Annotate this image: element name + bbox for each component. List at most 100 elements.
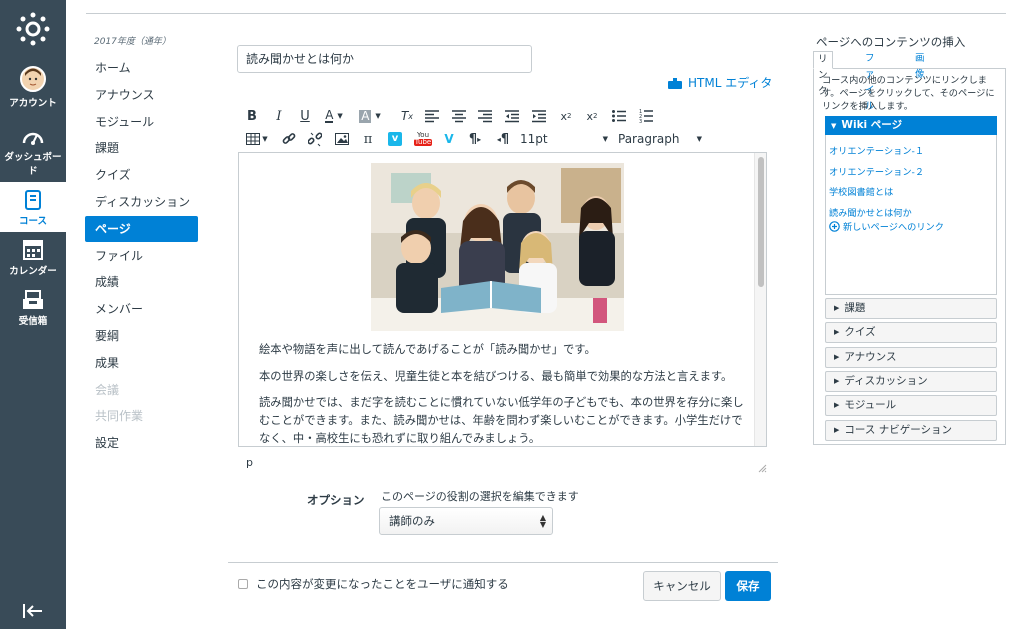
media-v-icon[interactable]: V — [441, 128, 457, 150]
tab-images[interactable]: 画像 — [911, 51, 929, 80]
caret-right-icon: ▶ — [834, 304, 840, 312]
tab-links[interactable]: リンク — [813, 51, 833, 97]
nav-inbox-label: 受信箱 — [18, 316, 48, 327]
sidebar-section-label: アナウンス — [844, 350, 897, 363]
background-color-icon[interactable]: A ▼ — [358, 105, 382, 127]
youtube-icon[interactable]: You Tube — [413, 128, 433, 150]
course-nav-announcements[interactable]: アナウンス — [85, 82, 198, 108]
new-page-label: 新しいページへのリンク — [843, 222, 944, 233]
caret-right-icon: ▶ — [834, 352, 840, 361]
sidebar-section-announcements[interactable]: ▶ アナウンス — [825, 346, 997, 368]
bold-icon[interactable]: B — [244, 105, 260, 127]
resize-grip-icon[interactable] — [758, 464, 767, 473]
ltr-icon[interactable]: ¶ ▸ — [466, 128, 484, 150]
html-editor-link[interactable]: HTML エディタ — [668, 74, 772, 91]
term-label: 2017年度（通年） — [94, 37, 171, 47]
text-color-icon[interactable]: A ▼ — [322, 105, 346, 127]
notify-users-option[interactable]: この内容が変更になったことをユーザに通知する — [238, 576, 509, 592]
course-nav-discussions[interactable]: ディスカッション — [85, 189, 198, 215]
course-nav-outcomes[interactable]: 成果 — [85, 350, 198, 376]
unlink-icon[interactable] — [308, 132, 322, 154]
wiki-page-link[interactable]: 学校図書館とは — [829, 184, 893, 198]
tab-files[interactable]: ファイル — [861, 51, 879, 112]
page-title-input[interactable]: 読み聞かせとは何か — [237, 45, 532, 73]
courses-icon — [25, 190, 41, 210]
nav-dashboard[interactable]: ダッシュボード — [0, 128, 66, 178]
underline-icon[interactable]: U — [297, 105, 313, 127]
link-icon[interactable] — [282, 132, 296, 154]
rtl-icon[interactable]: ◂ ¶ — [494, 128, 512, 150]
italic-icon[interactable]: I — [271, 105, 287, 127]
block-format-value: Paragraph — [618, 132, 680, 146]
rich-content-editor[interactable]: 絵本や物語を声に出して読んであげることが「読み聞かせ」です。 本の世界の楽しさを… — [238, 152, 767, 447]
course-nav-quizzes[interactable]: クイズ — [85, 162, 198, 188]
course-nav-assignments[interactable]: 課題 — [85, 135, 198, 161]
course-nav-pages[interactable]: ページ — [85, 215, 198, 242]
caret-right-icon: ▶ — [834, 401, 840, 410]
scrollbar-thumb[interactable] — [758, 157, 764, 287]
subscript-icon[interactable]: x2 — [584, 105, 600, 127]
sidebar-section-quizzes[interactable]: ▶ クイズ — [825, 322, 997, 344]
nav-account[interactable]: アカウント — [0, 66, 66, 112]
editing-roles-value: 講師のみ — [389, 514, 435, 528]
superscript-icon[interactable]: x2 — [558, 105, 574, 127]
options-label: オプション — [307, 493, 365, 507]
course-nav-modules[interactable]: モジュール — [85, 109, 198, 135]
toolbar-row-1: B I U A ▼ A ▼ Tx x2 x2 123 — [238, 105, 668, 127]
course-nav-conferences[interactable]: 会議 — [85, 377, 198, 403]
wiki-page-link[interactable]: オリエンテーション-１ — [829, 143, 924, 157]
course-nav-grades[interactable]: 成績 — [85, 269, 198, 295]
wiki-pages-header[interactable]: ▼ Wiki ページ — [825, 116, 997, 135]
header-divider — [86, 13, 1006, 14]
cancel-button[interactable]: キャンセル — [643, 571, 721, 601]
sidebar-section-discussions[interactable]: ▶ ディスカッション — [825, 370, 997, 392]
toolbar-row-2: ▼ π v You Tube V ¶ ▸ ◂ ¶ 11pt ▼ Paragraph ▼ — [238, 128, 708, 150]
editor-scrollbar[interactable] — [754, 153, 766, 446]
course-nav-home[interactable]: ホーム — [85, 55, 198, 81]
vimeo-icon[interactable]: v — [387, 128, 403, 150]
plus-circle-icon — [829, 220, 840, 232]
canvas-logo-icon[interactable] — [16, 12, 50, 46]
nav-account-label: アカウント — [9, 98, 57, 109]
wiki-page-link[interactable]: オリエンテーション-２ — [829, 164, 924, 178]
global-nav: アカウント ダッシュボード コース カレンダー 受信箱 — [0, 0, 66, 629]
sidebar-section-label: 課題 — [844, 302, 866, 314]
caret-right-icon: ▶ — [834, 376, 840, 385]
sidebar-help-text: コース内の他のコンテンツにリンクします。ページをクリックして、そのページにリンク… — [822, 75, 995, 112]
wiki-pages-label: Wiki ページ — [841, 119, 903, 131]
reading-photo — [371, 163, 624, 331]
sidebar-section-course-navigation[interactable]: ▶ コース ナビゲーション — [825, 419, 997, 441]
inbox-icon — [23, 290, 43, 309]
table-icon[interactable]: ▼ — [244, 128, 270, 150]
options-description: このページの役割の選択を編集できます — [381, 490, 579, 503]
nav-dashboard-label: ダッシュボード — [4, 152, 62, 177]
svg-text:3: 3 — [639, 119, 642, 125]
font-size-select[interactable]: 11pt ▼ — [520, 128, 608, 150]
notify-checkbox[interactable] — [238, 579, 248, 589]
clear-format-icon[interactable]: Tx — [399, 105, 415, 127]
sidebar-section-assignments[interactable]: ▶ 課題 — [825, 298, 997, 319]
editor-statusbar: p — [238, 447, 767, 477]
new-page-link[interactable]: 新しいページへのリンク — [829, 219, 944, 233]
block-format-select[interactable]: Paragraph ▼ — [618, 128, 702, 150]
course-nav-people[interactable]: メンバー — [85, 296, 198, 322]
sidebar-section-modules[interactable]: ▶ モジュール — [825, 395, 997, 417]
save-button[interactable]: 保存 — [725, 571, 771, 601]
wiki-page-link[interactable]: 読み聞かせとは何か — [829, 205, 912, 219]
editing-roles-select[interactable]: 講師のみ ▲ ▼ — [379, 507, 553, 535]
collapse-nav-icon[interactable] — [22, 603, 44, 619]
element-path[interactable]: p — [246, 456, 253, 469]
html-editor-label: HTML エディタ — [688, 76, 773, 90]
nav-calendar[interactable]: カレンダー — [0, 238, 66, 282]
course-nav-collaborations[interactable]: 共同作業 — [85, 403, 198, 429]
calendar-icon — [23, 240, 43, 260]
course-nav-files[interactable]: ファイル — [85, 243, 198, 269]
nav-courses[interactable]: コース — [0, 182, 66, 232]
sidebar-title: ページへのコンテンツの挿入 — [816, 35, 966, 49]
equation-icon[interactable]: π — [360, 128, 376, 150]
caret-right-icon: ▶ — [834, 425, 840, 434]
nav-courses-label: コース — [18, 216, 48, 227]
course-nav-syllabus[interactable]: 要綱 — [85, 323, 198, 349]
nav-inbox[interactable]: 受信箱 — [0, 290, 66, 330]
course-nav-settings[interactable]: 設定 — [85, 430, 198, 456]
